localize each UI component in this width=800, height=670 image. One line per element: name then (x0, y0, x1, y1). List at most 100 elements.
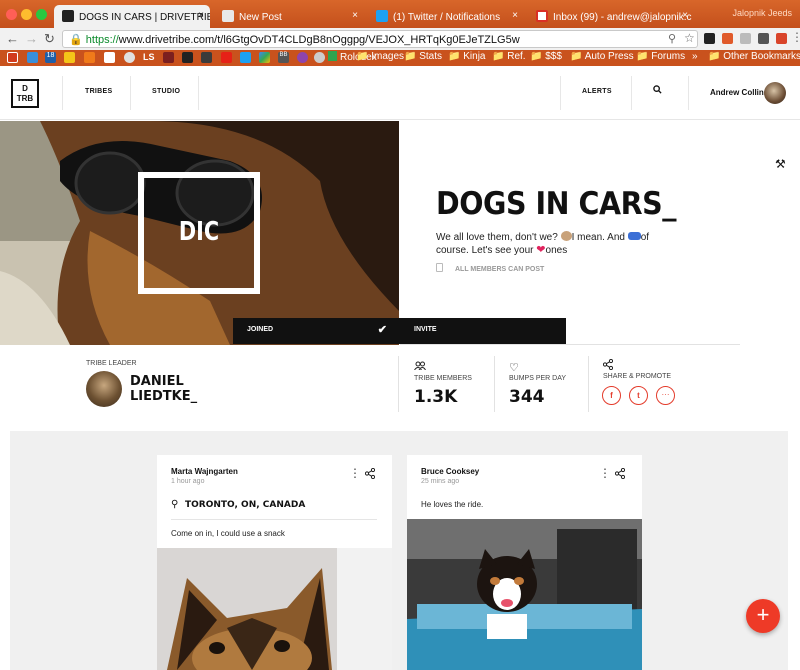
bookmark-icon[interactable] (201, 52, 212, 63)
bookmark-icon[interactable] (182, 52, 193, 63)
search-icon[interactable] (653, 85, 662, 97)
share-icon[interactable] (614, 467, 626, 482)
divider (171, 519, 377, 520)
post-image[interactable] (157, 548, 392, 670)
joined-button[interactable]: JOINED ✔ (233, 318, 399, 344)
tribe-leader-name[interactable]: DANIEL LIEDTKE_ (130, 374, 197, 404)
post-card[interactable]: Bruce Cooksey 25 mins ago ⋮ He loves the… (407, 455, 642, 670)
bookmark-kinja[interactable]: 📁 Kinja (448, 51, 485, 65)
tribe-members-label: TRIBE MEMBERS (414, 375, 472, 382)
twitter-share-button[interactable]: t (629, 386, 648, 405)
post-author[interactable]: Marta Wajngarten (171, 467, 238, 476)
bookmark-forums[interactable]: 📁 Forums (636, 51, 685, 65)
bookmark-icon[interactable] (64, 52, 75, 63)
bookmark-icon[interactable] (27, 52, 38, 63)
bookmark-icon[interactable] (314, 52, 325, 63)
divider (560, 76, 561, 110)
bookmark-icon[interactable] (7, 52, 18, 63)
tab-drivetribe[interactable]: DOGS IN CARS | DRIVETRIBE × (54, 5, 210, 28)
nav-alerts[interactable]: ALERTS (582, 88, 612, 95)
bookmark-icon[interactable] (297, 52, 308, 63)
search-icon[interactable]: ⚲ (668, 32, 676, 45)
post-card[interactable]: Marta Wajngarten 1 hour ago ⋮ ⚲ TORONTO,… (157, 455, 392, 670)
bookmark-stats[interactable]: 📁 Stats (404, 51, 442, 65)
folder-icon: 📁 (636, 51, 649, 62)
kinja-favicon-icon (222, 10, 234, 22)
youtube-icon[interactable] (221, 52, 232, 63)
minimize-window-icon[interactable] (21, 9, 32, 20)
twitter-icon[interactable] (240, 52, 251, 63)
user-avatar[interactable] (764, 82, 786, 104)
bookmark-images[interactable]: 📁 Images (356, 51, 404, 65)
more-options-icon[interactable]: ⋮ (349, 466, 361, 480)
tribe-leader-avatar[interactable] (86, 371, 122, 407)
post-author[interactable]: Bruce Cooksey (421, 467, 479, 476)
tribe-description: We all love them, don't we? I mean. And … (436, 231, 650, 256)
tab-new-post[interactable]: New Post × (214, 5, 364, 28)
tab-close-icon[interactable]: × (512, 10, 518, 21)
extension-icon[interactable] (776, 33, 787, 44)
share-icon[interactable] (364, 467, 376, 482)
tab-close-icon[interactable]: × (682, 10, 688, 21)
user-name[interactable]: Andrew Collins (710, 88, 768, 97)
extension-icon[interactable] (740, 33, 751, 44)
bookmark-other[interactable]: 📁 Other Bookmarks (708, 51, 800, 65)
divider (62, 76, 63, 110)
browser-toolbar: ← → ↻ 🔒 https://www.drivetribe.com/t/l6G… (0, 28, 800, 50)
extension-icon[interactable] (704, 33, 715, 44)
forward-arrow-icon[interactable]: → (25, 31, 38, 46)
folder-icon: 📁 (404, 51, 417, 62)
tab-close-icon[interactable]: × (198, 10, 204, 21)
extension-icon[interactable] (758, 33, 769, 44)
divider (688, 76, 689, 110)
bumps-per-day-value: 344 (509, 387, 545, 407)
bookmark-money[interactable]: 📁 $$$ (530, 51, 562, 65)
bookmark-icon[interactable]: BB (278, 52, 289, 63)
browser-profile-label[interactable]: Jalopnik Jeeds (732, 8, 792, 18)
create-post-button[interactable]: + (746, 599, 780, 633)
close-window-icon[interactable] (6, 9, 17, 20)
bookmark-icon[interactable] (84, 52, 95, 63)
share-promote-label: SHARE & PROMOTE (603, 373, 672, 380)
bookmark-icon[interactable]: LS (143, 52, 155, 62)
back-arrow-icon[interactable]: ← (6, 31, 19, 46)
tab-gmail[interactable]: Inbox (99) - andrew@jalopnik.c × (528, 5, 694, 28)
invite-button[interactable]: INVITE (399, 318, 566, 344)
nav-tribes[interactable]: TRIBES (85, 88, 112, 95)
folder-icon: 📁 (448, 51, 461, 62)
car-emoji-icon (627, 232, 641, 240)
post-time: 25 mins ago (421, 478, 460, 485)
nav-studio[interactable]: STUDIO (152, 88, 180, 95)
folder-icon: 📁 (492, 51, 505, 62)
tools-icon[interactable]: ⚒ (775, 157, 786, 171)
tab-close-icon[interactable]: × (352, 10, 358, 21)
folder-icon: 📁 (708, 51, 721, 62)
facebook-share-button[interactable]: f (602, 386, 621, 405)
reload-icon[interactable]: ↻ (44, 31, 55, 47)
members-icon (414, 361, 426, 373)
more-options-icon[interactable]: ⋮ (599, 466, 611, 480)
more-share-button[interactable]: ··· (656, 386, 675, 405)
bookmark-auto-press[interactable]: 📁 Auto Press (570, 51, 634, 65)
zoom-window-icon[interactable] (36, 9, 47, 20)
bookmark-star-icon[interactable]: ☆ (684, 31, 695, 45)
bookmark-icon[interactable] (104, 52, 115, 63)
extension-icon[interactable] (722, 33, 733, 44)
tab-twitter[interactable]: (1) Twitter / Notifications × (368, 5, 524, 28)
lock-icon: 🔒 (69, 34, 83, 46)
location-pin-icon: ⚲ (171, 499, 179, 510)
menu-icon[interactable]: ⋮ (791, 30, 800, 44)
bookmarks-more-icon[interactable]: » (692, 51, 698, 65)
google-drive-icon[interactable] (259, 52, 270, 63)
bookmark-ref[interactable]: 📁 Ref. (492, 51, 526, 65)
address-bar[interactable]: 🔒 https://www.drivetribe.com/t/l6GtgOvDT… (62, 30, 698, 48)
divider (400, 344, 740, 345)
drivetribe-logo[interactable]: D TRB (11, 79, 39, 108)
bookmark-icon[interactable] (124, 52, 135, 63)
tribe-title: DOGS IN CARS_ (436, 186, 677, 222)
bookmark-icon[interactable] (163, 52, 174, 63)
post-image[interactable] (407, 519, 642, 670)
bumps-per-day-label: BUMPS PER DAY (509, 375, 567, 382)
post-text: He loves the ride. (421, 500, 484, 509)
bookmark-icon[interactable]: 18 (45, 52, 56, 63)
